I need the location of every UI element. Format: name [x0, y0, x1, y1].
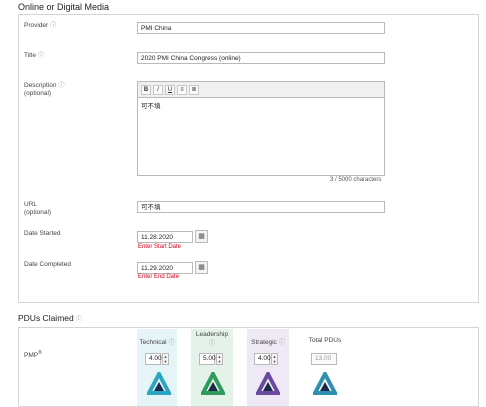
- technical-pdu-input[interactable]: 4.00: [145, 353, 162, 365]
- italic-button[interactable]: I: [153, 85, 163, 95]
- title-input[interactable]: 2020 PMI China Congress (online): [137, 52, 385, 64]
- strategic-column-header: Strategic ⓘ: [247, 337, 289, 346]
- info-circle-icon[interactable]: ⓘ: [279, 337, 285, 346]
- description-label-text: Description: [24, 82, 57, 89]
- description-optional-text: (optional): [24, 90, 52, 97]
- info-circle-icon[interactable]: ⓘ: [50, 22, 56, 30]
- title-label: Title ⓘ: [24, 52, 44, 60]
- leadership-pdu-input[interactable]: 5.00: [199, 353, 216, 365]
- strategic-pdu-input[interactable]: 4.00: [254, 353, 271, 365]
- date-completed-label: Date Completed: [24, 261, 71, 268]
- info-circle-icon[interactable]: ⓘ: [38, 52, 44, 60]
- total-pdus-value: 13.00: [311, 353, 337, 365]
- strategic-spinner[interactable]: ▲ ▼: [271, 353, 278, 365]
- title-label-text: Title: [24, 52, 37, 59]
- rich-text-toolbar: B I U ≡ ≣: [137, 81, 385, 98]
- url-label: URL (optional): [24, 201, 51, 217]
- provider-input[interactable]: PMI China: [137, 22, 385, 34]
- url-label-text: URL: [24, 201, 38, 208]
- provider-label-text: Provider: [24, 22, 49, 29]
- description-textarea[interactable]: 可不填: [137, 98, 385, 176]
- bold-button[interactable]: B: [141, 85, 151, 95]
- info-circle-icon[interactable]: ⓘ: [76, 314, 82, 323]
- provider-label: Provider ⓘ: [24, 22, 56, 30]
- total-pdus-column-header: Total PDUs: [308, 337, 342, 344]
- technical-triangle-icon: [147, 372, 171, 395]
- date-started-error: Enter Start Date: [138, 244, 182, 250]
- pmp-row-label: PMP®: [24, 349, 42, 360]
- section-title-online-media: Online or Digital Media: [18, 2, 110, 12]
- leadership-column-header: Leadership ⓘ: [191, 331, 233, 347]
- total-triangle-icon: [313, 372, 337, 395]
- character-counter: 3 / 5000 characters: [330, 177, 382, 183]
- calendar-icon[interactable]: ▦: [195, 230, 208, 243]
- technical-column-header: Technical ⓘ: [137, 337, 177, 346]
- caret-down-icon[interactable]: ▼: [218, 359, 222, 364]
- caret-down-icon[interactable]: ▼: [273, 359, 277, 364]
- leadership-header-text: Leadership: [195, 331, 229, 338]
- section-title-pdus: PDUs Claimed ⓘ: [18, 313, 82, 323]
- date-started-label: Date Started: [24, 230, 61, 237]
- technical-header-text: Technical: [139, 339, 167, 346]
- info-circle-icon[interactable]: ⓘ: [59, 82, 65, 90]
- strategic-triangle-icon: [256, 372, 280, 395]
- bullet-list-button[interactable]: ≡: [177, 85, 187, 95]
- leadership-triangle-icon: [201, 372, 225, 395]
- date-completed-error: Enter End Date: [138, 274, 180, 280]
- leadership-spinner[interactable]: ▲ ▼: [216, 353, 223, 365]
- registered-mark: ®: [38, 350, 42, 356]
- info-circle-icon[interactable]: ⓘ: [209, 338, 215, 347]
- technical-spinner[interactable]: ▲ ▼: [162, 353, 169, 365]
- strategic-header-text: Strategic: [251, 339, 277, 346]
- calendar-icon[interactable]: ▦: [195, 261, 208, 274]
- underline-button[interactable]: U: [165, 85, 175, 95]
- info-circle-icon[interactable]: ⓘ: [169, 337, 175, 346]
- pdus-title-text: PDUs Claimed: [18, 313, 74, 323]
- url-optional-text: (optional): [24, 209, 52, 216]
- date-completed-input[interactable]: 11.29.2020: [137, 262, 193, 274]
- numbered-list-button[interactable]: ≣: [189, 85, 199, 95]
- date-started-input[interactable]: 11.28.2020: [137, 231, 193, 243]
- pmp-label-text: PMP: [24, 352, 39, 360]
- url-input[interactable]: 可不填: [137, 201, 385, 213]
- caret-down-icon[interactable]: ▼: [164, 359, 168, 364]
- description-label: Description ⓘ (optional): [24, 82, 65, 98]
